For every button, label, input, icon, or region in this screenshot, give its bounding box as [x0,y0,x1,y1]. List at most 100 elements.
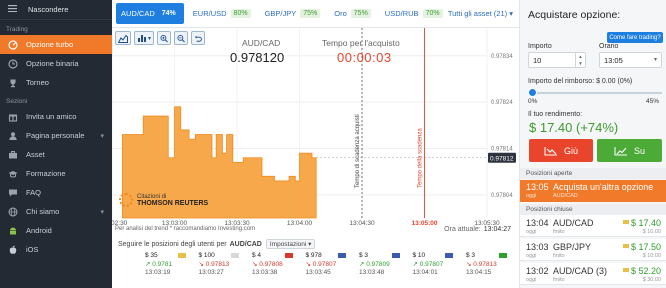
asset-tabs: AUD/CAD 74% EUR/USD 80% GBP/JPY 75% Oro … [112,0,519,28]
settings-dropdown[interactable]: Impostazioni ▾ [265,239,316,249]
reset-button[interactable] [191,31,205,45]
sidebar-item-binary[interactable]: Opzione binaria [0,54,112,73]
sidebar-item-about[interactable]: Chi siamo ▾ [0,202,112,221]
trade-item: $ 3 ↗ 0.97809 13:03:48 [354,252,408,288]
sidebar-item-label: Asset [26,150,45,159]
tab-eur-usd[interactable]: EUR/USD 80% [188,3,256,24]
refund-slider-track[interactable] [532,92,662,94]
sidebar-item-faq[interactable]: FAQ [0,183,112,202]
trade-price: ↘ 0.97808 [252,261,301,270]
sidebar-item-label: Chi siamo [26,207,60,216]
closed-position-day: oggi [526,229,537,235]
closed-position-status: finito [553,277,565,283]
thomson-reuters-badge: Citazioni di THOMSON REUTERS [119,193,208,207]
trade-time: 13:03:45 [305,269,331,276]
sidebar-item-invite[interactable]: Invita un amico [0,107,112,126]
expiry-label: Tempo della scadenza [418,128,424,188]
zoom-out-button[interactable] [174,31,188,45]
closed-position-time: 13:04 [526,218,549,228]
how-to-trade-button[interactable]: Come fare trading? [607,32,663,43]
chevron-down-icon: ▾ [100,208,104,216]
follow-bar: Seguire le posizioni degli utenti per AU… [112,238,519,250]
amount-stepper[interactable]: ▲ ▼ [575,53,585,67]
trade-item: $ 35 ↗ 0.9781 13:03:19 [140,252,194,288]
closed-position-payout: $ 17.40 [630,218,661,228]
slider-max-label: 45% [646,98,660,105]
open-position-pair: AUD/CAD [553,193,578,199]
yield-label: Il tuo rendimento: [528,111,583,118]
trade-amount: $ 10 [412,252,426,259]
follow-pair: AUD/CAD [229,240,262,248]
trade-time: 13:03:19 [145,269,171,276]
tab-payout: 75% [300,9,321,18]
trade-price: ↗ 0.97809 [359,261,408,270]
trade-time: 13:03:48 [359,269,385,276]
closed-position-row[interactable]: 13:03 oggi GBP/JPY finito $ 17.50 $ 10.00 [520,239,666,261]
tab-pair: EUR/USD [192,9,227,18]
section-trading: Trading [6,26,28,33]
trade-price-value: 0.97809 [366,260,390,268]
trade-price: ↗ 0.97807 [413,261,462,270]
up-button[interactable]: Su [597,139,662,162]
chart-area[interactable]: 0.97834 0.97824 0.97814 0.97804 0.97812 Tempo… [112,28,519,238]
indicators-button[interactable]: ▾ [134,31,154,45]
country-flag-icon [445,253,453,258]
briefcase-icon [8,150,18,160]
chart-info-bar: Per analisi del trend * raccomandiamo In… [112,224,519,238]
sidebar-item-training[interactable]: Formazione [0,164,112,183]
current-time: Ora attuale: 13:04:27 [444,226,511,233]
zoom-out-icon [177,34,185,42]
current-time-label: Ora attuale: [444,226,481,233]
open-position-day: oggi [526,193,537,199]
trade-price-value: 0.97807 [419,260,444,268]
arrow-down-icon: ↘ [305,260,313,268]
sidebar-item-label: FAQ [26,188,42,197]
sidebar: Nascondere Trading Opzione turbo Opzione… [0,0,112,288]
hide-sidebar-button[interactable]: Nascondere [0,0,112,20]
chevron-down-icon: ▾ [509,9,513,18]
closed-position-row[interactable]: 13:02 oggi AUD/CAD (3) finito $ 52.20 $ 30.00 [520,263,666,285]
closed-position-day: oggi [526,277,537,283]
open-position-row[interactable]: 13:05 oggi Acquista un'altra opzione AUD… [520,180,666,202]
tab-aud-cad[interactable]: AUD/CAD 74% [116,3,184,24]
sidebar-item-turbo[interactable]: Opzione turbo [0,35,112,54]
buy-another-option-link[interactable]: Acquista un'altra opzione [553,182,653,192]
arrow-down-icon: ↘ [198,260,206,268]
country-flag-icon [231,253,239,258]
investing-link[interactable]: Per analisi del trend * raccomandiamo In… [115,226,255,232]
closed-position-row[interactable]: 13:04 oggi AUD/CAD finito $ 17.40 $ 10.00 [520,215,666,237]
sidebar-item-assets[interactable]: Asset [0,145,112,164]
y-tick-label: 0.97824 [491,100,513,106]
trade-price-value: 0.97808 [259,260,283,268]
amount-input[interactable]: 10 ▲ ▼ [528,52,586,68]
up-label: Su [633,145,645,156]
down-button[interactable]: Giù [529,139,593,162]
zoom-in-button[interactable] [157,31,171,45]
chevron-down-icon: ▾ [653,57,657,63]
tab-usd-rub[interactable]: USD/RUB 70% [380,3,448,24]
hide-label: Nascondere [28,5,69,14]
sidebar-item-android[interactable]: Android [0,221,112,240]
tab-pair: Oro [334,9,347,18]
trade-amount: $ 3 [466,252,476,259]
expiry-time-select[interactable]: 13:05 ▾ [599,52,662,68]
undo-icon [194,35,202,42]
user-icon [8,131,18,141]
sidebar-item-label: Invita un amico [26,112,77,121]
slider-min-label: 0% [528,98,538,105]
tab-oro[interactable]: Oro 75% [329,3,376,24]
sidebar-item-tournament[interactable]: Torneo [0,73,112,92]
closed-position-status: finito [553,229,565,235]
expiry-time-value: 13:05 [604,55,623,65]
purchase-time-label: Tempo per l'acquisto [322,38,400,48]
sidebar-item-ios[interactable]: iOS [0,240,112,259]
chart-type-button[interactable] [115,31,131,45]
sidebar-item-personal[interactable]: Pagina personale ▾ [0,126,112,145]
country-flag-icon [177,253,186,258]
all-assets-dropdown[interactable]: Tutti gli asset (21) ▾ [448,9,513,18]
closed-position-investment: $ 10.00 [642,253,661,259]
tab-gbp-jpy[interactable]: GBP/JPY 75% [260,3,326,24]
refund-slider-handle[interactable] [527,88,537,97]
trade-price-value: 0.9781 [152,260,173,268]
country-flag-icon [623,268,629,272]
